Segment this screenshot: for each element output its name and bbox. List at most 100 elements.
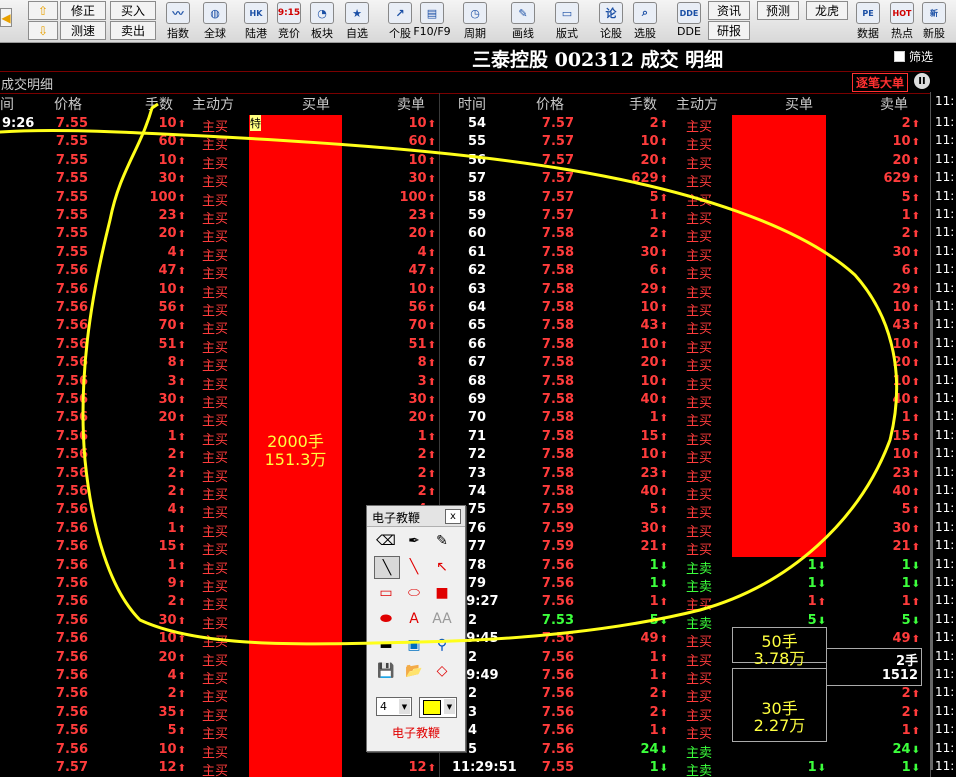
table-row[interactable]: 71 7.58 15 主买 15: [0, 428, 930, 448]
line-icon[interactable]: ╲: [402, 556, 426, 577]
stock-picker-icon[interactable]: ⌕: [633, 2, 657, 24]
column-header[interactable]: 买单: [785, 94, 813, 114]
layout-icon[interactable]: ▭: [555, 2, 579, 24]
ipo-button[interactable]: 新新股: [918, 0, 950, 41]
pause-icon[interactable]: II: [914, 73, 930, 89]
stock-button[interactable]: ↗ 个股: [383, 0, 417, 41]
forecast-button[interactable]: 预测: [757, 1, 799, 20]
data-button[interactable]: PE 数据: [852, 0, 884, 41]
watchlist-button[interactable]: ★ 自选: [340, 0, 374, 41]
pointer-icon[interactable]: ╲: [374, 556, 400, 579]
arrow-down-icon[interactable]: ⇩: [28, 21, 58, 40]
panel-titlebar[interactable]: 电子教鞭 x: [367, 506, 465, 527]
dde-icon[interactable]: DDE: [677, 2, 701, 24]
column-header[interactable]: 卖单: [397, 94, 425, 114]
column-header[interactable]: 卖单: [880, 94, 908, 114]
table-row[interactable]: 54 7.57 2 主买 2: [0, 115, 930, 135]
pen-size-select[interactable]: 4 ▼: [376, 697, 412, 716]
magnifier-icon[interactable]: ⚲: [430, 634, 454, 655]
correct-button[interactable]: 修正: [60, 1, 106, 20]
clear-icon[interactable]: ◇: [430, 660, 454, 681]
table-row[interactable]: 58 7.57 5 主买 5: [0, 189, 930, 209]
text-icon[interactable]: A: [402, 608, 426, 629]
table-row[interactable]: 62 7.58 6 主买 6: [0, 262, 930, 282]
buy-button[interactable]: 买入: [110, 1, 156, 20]
pencil-icon[interactable]: ✎: [511, 2, 535, 24]
table-row[interactable]: 60 7.58 2 主买 2: [0, 225, 930, 245]
sell-button[interactable]: 卖出: [110, 21, 156, 40]
globe-icon[interactable]: ◍: [203, 2, 227, 24]
chart-wave-icon[interactable]: 〰: [166, 2, 190, 24]
f10-icon[interactable]: ▤: [420, 2, 444, 24]
rectangle-icon[interactable]: ▭: [374, 582, 398, 603]
chevron-down-icon[interactable]: ▼: [444, 699, 455, 714]
column-header[interactable]: 间: [0, 94, 14, 114]
back-icon[interactable]: ◀: [0, 8, 12, 27]
text-size-icon[interactable]: AA: [430, 608, 454, 629]
table-row[interactable]: 70 7.58 1 主买 1: [0, 409, 930, 429]
table-row[interactable]: 57 7.57 629 主买 629: [0, 170, 930, 190]
column-header[interactable]: 时间: [458, 94, 486, 114]
period-button[interactable]: ◷ 周期: [458, 0, 492, 41]
new-stock-icon[interactable]: 新: [922, 2, 946, 24]
ellipse-icon[interactable]: ⬭: [402, 582, 426, 603]
close-icon[interactable]: x: [445, 509, 461, 524]
info-button[interactable]: 资讯: [708, 1, 750, 20]
screenshot-icon[interactable]: ▣: [402, 634, 426, 655]
line-width-icon[interactable]: ▬: [374, 634, 398, 655]
open-folder-icon[interactable]: 📂: [402, 660, 426, 681]
big-order-button[interactable]: 逐笔大单: [852, 73, 909, 92]
column-header[interactable]: 价格: [536, 94, 564, 114]
forum-button[interactable]: 论论股: [594, 0, 628, 41]
forum-icon[interactable]: 论: [599, 2, 623, 24]
save-icon[interactable]: 💾: [374, 660, 398, 681]
table-row[interactable]: 66 7.58 10 主买 10: [0, 336, 930, 356]
auction-button[interactable]: 9:15 竞价: [272, 0, 306, 41]
table-row[interactable]: 68 7.58 10 主买 10: [0, 373, 930, 393]
table-row[interactable]: 56 7.57 20 主买 20: [0, 152, 930, 172]
column-header[interactable]: 主动方: [676, 94, 718, 114]
f10-button[interactable]: ▤ F10/F9: [413, 0, 451, 38]
star-icon[interactable]: ★: [345, 2, 369, 24]
hot-icon[interactable]: HOT: [890, 2, 914, 24]
filled-ellipse-icon[interactable]: ⬬: [374, 608, 398, 629]
chevron-down-icon[interactable]: ▼: [399, 699, 410, 714]
table-row[interactable]: 59 7.57 1 主买 1: [0, 207, 930, 227]
sector-button[interactable]: ◔ 板块: [305, 0, 339, 41]
global-button[interactable]: ◍ 全球: [198, 0, 232, 41]
table-row[interactable]: 73 7.58 23 主买 23: [0, 465, 930, 485]
research-button[interactable]: 研报: [708, 21, 750, 40]
hot-button[interactable]: HOT 热点: [886, 0, 918, 41]
dragon-button[interactable]: 龙虎: [806, 1, 848, 20]
column-header[interactable]: 手数: [629, 94, 657, 114]
table-row[interactable]: 67 7.58 20 主买 20: [0, 354, 930, 374]
arrow-up-icon[interactable]: ⇧: [28, 1, 58, 20]
column-header[interactable]: 主动方: [192, 94, 234, 114]
column-header[interactable]: 手数: [145, 94, 173, 114]
table-row[interactable]: 61 7.58 30 主买 30: [0, 244, 930, 264]
table-row[interactable]: 11:29:51 7.55 1 主卖 1 1: [0, 759, 930, 777]
hk-button[interactable]: HK 陆港: [239, 0, 273, 41]
table-row[interactable]: 63 7.58 29 主买 29: [0, 281, 930, 301]
clock-icon[interactable]: ◷: [463, 2, 487, 24]
table-row[interactable]: 64 7.58 10 主买 10: [0, 299, 930, 319]
eraser-icon[interactable]: ⌫: [374, 530, 398, 551]
table-row[interactable]: 65 7.58 43 主买 43: [0, 317, 930, 337]
auction-clock-icon[interactable]: 9:15: [277, 2, 301, 24]
filter-checkbox[interactable]: 筛选: [894, 48, 933, 65]
filled-rectangle-icon[interactable]: ■: [430, 582, 454, 603]
layout-button[interactable]: ▭ 版式: [550, 0, 584, 41]
draw-button[interactable]: ✎ 画线: [506, 0, 540, 41]
dde-button[interactable]: DDE DDE: [672, 0, 706, 38]
test-button[interactable]: 测速: [60, 21, 106, 40]
scrollbar[interactable]: [930, 300, 933, 770]
pen-icon[interactable]: ✒: [402, 530, 426, 551]
stock-trend-icon[interactable]: ↗: [388, 2, 412, 24]
pe-data-icon[interactable]: PE: [856, 2, 880, 24]
checkbox-icon[interactable]: [894, 51, 905, 62]
column-header[interactable]: 价格: [54, 94, 82, 114]
table-row[interactable]: 55 7.57 10 主买 10: [0, 133, 930, 153]
marker-icon[interactable]: ✎: [430, 530, 454, 551]
arrow-icon[interactable]: ↖: [430, 556, 454, 577]
pie-icon[interactable]: ◔: [310, 2, 334, 24]
